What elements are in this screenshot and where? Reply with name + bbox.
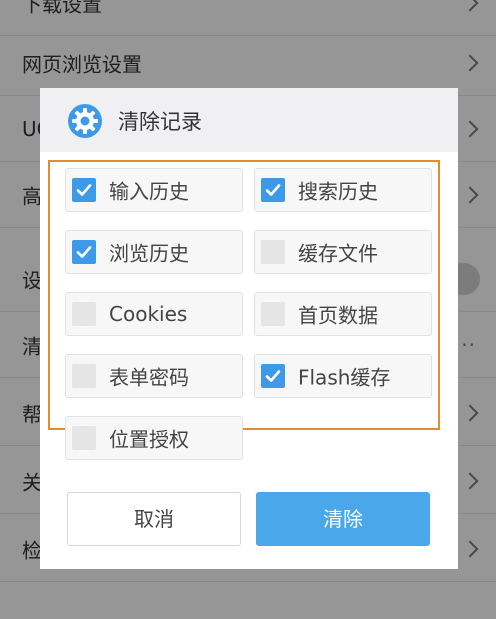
- clear-records-dialog: 清除记录 输入历史 搜索历史 浏览历史 缓存文件 Cookies 首页数据 表单…: [40, 88, 458, 569]
- checkmark-icon: [76, 246, 92, 258]
- option-label: Cookies: [109, 302, 188, 326]
- dialog-header: 清除记录: [40, 88, 458, 152]
- option-cookies[interactable]: Cookies: [65, 292, 243, 336]
- option-label: 输入历史: [109, 179, 189, 204]
- option-input-history[interactable]: 输入历史: [65, 168, 243, 212]
- option-label: Flash缓存: [298, 365, 391, 390]
- option-label: 表单密码: [109, 365, 189, 390]
- checkmark-icon: [76, 184, 92, 196]
- settings-screen: 下载设置 网页浏览设置 UC 高 设 清 ··· 帮 关 检 清除记录 输入历史…: [0, 0, 496, 619]
- checkbox[interactable]: [261, 302, 285, 326]
- checkbox[interactable]: [72, 302, 96, 326]
- option-label: 缓存文件: [298, 241, 378, 266]
- clear-button[interactable]: 清除: [256, 492, 430, 546]
- checkmark-icon: [265, 370, 281, 382]
- checkbox[interactable]: [72, 240, 96, 264]
- gear-icon: [68, 104, 102, 138]
- option-browsing-history[interactable]: 浏览历史: [65, 230, 243, 274]
- option-homepage-data[interactable]: 首页数据: [254, 292, 432, 336]
- checkbox[interactable]: [72, 178, 96, 202]
- checkbox[interactable]: [261, 240, 285, 264]
- dialog-title: 清除记录: [118, 110, 202, 134]
- checkbox[interactable]: [72, 364, 96, 388]
- option-label: 搜索历史: [298, 179, 378, 204]
- option-flash-cache[interactable]: Flash缓存: [254, 354, 432, 398]
- checkmark-icon: [265, 184, 281, 196]
- option-form-passwords[interactable]: 表单密码: [65, 354, 243, 398]
- option-label: 浏览历史: [109, 241, 189, 266]
- option-search-history[interactable]: 搜索历史: [254, 168, 432, 212]
- cancel-button[interactable]: 取消: [67, 492, 241, 546]
- option-cache-files[interactable]: 缓存文件: [254, 230, 432, 274]
- option-label: 首页数据: [298, 303, 378, 328]
- option-label: 位置授权: [109, 427, 189, 452]
- checkbox[interactable]: [261, 178, 285, 202]
- checkbox[interactable]: [72, 426, 96, 450]
- option-location-permission[interactable]: 位置授权: [65, 416, 243, 460]
- checkbox[interactable]: [261, 364, 285, 388]
